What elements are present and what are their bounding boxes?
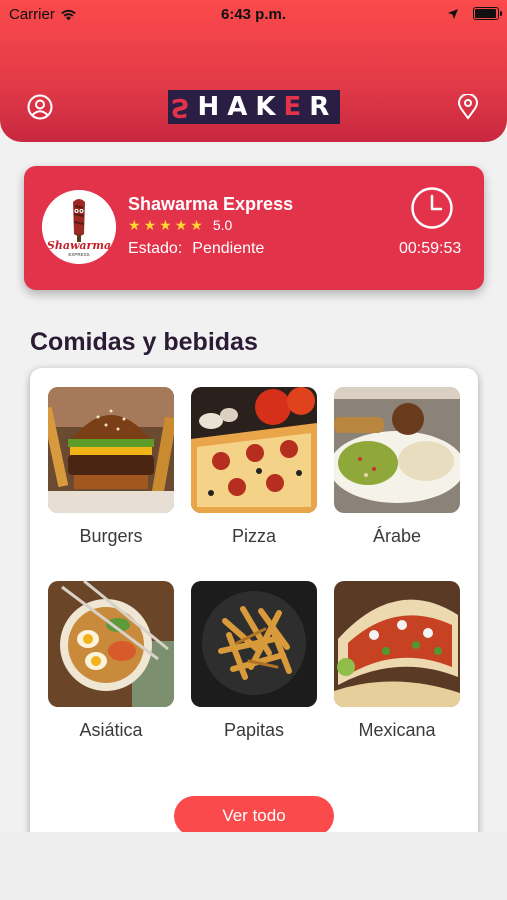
- category-papitas[interactable]: Papitas: [191, 581, 317, 741]
- category-label: Mexicana: [358, 720, 436, 740]
- fries-image: [191, 581, 317, 707]
- category-burgers[interactable]: Burgers: [48, 387, 174, 547]
- section-title: Comidas y bebidas: [30, 328, 258, 356]
- active-order-card[interactable]: Shawarma EXPRESS Shawarma Express ★ ★ ★ …: [24, 166, 484, 290]
- location-button[interactable]: [454, 93, 482, 121]
- star-icon: ★: [190, 217, 203, 233]
- arabic-food-image: [334, 387, 460, 513]
- category-label: Pizza: [231, 526, 276, 546]
- category-arabe[interactable]: Árabe: [334, 387, 460, 547]
- battery-level: [475, 9, 496, 18]
- star-icon: ★: [143, 217, 157, 233]
- category-label: Papitas: [223, 720, 285, 740]
- star-icon: ★: [159, 217, 172, 233]
- logo-sub-text: EXPRESS: [68, 252, 89, 257]
- category-mexicana[interactable]: Mexicana: [334, 581, 460, 741]
- asian-food-image: [48, 581, 174, 707]
- status-right: [447, 7, 502, 20]
- shawarma-logo-icon: Shawarma EXPRESS: [42, 190, 116, 264]
- tacos-image: [334, 581, 460, 707]
- status-value: Pendiente: [192, 240, 265, 257]
- category-label: Árabe: [372, 526, 422, 546]
- rating-value: 5.0: [212, 217, 233, 233]
- category-label: Burgers: [79, 526, 143, 546]
- restaurant-name: Shawarma Express: [128, 194, 294, 214]
- clock-icon: [411, 187, 453, 229]
- order-timer: 00:59:53: [399, 240, 462, 257]
- category-pizza[interactable]: Pizza: [191, 387, 317, 547]
- status-bar: Carrier 6:43 p.m.: [0, 0, 507, 28]
- category-asiatica[interactable]: Asiática: [48, 581, 174, 741]
- star-icon: ★: [128, 217, 141, 233]
- bottom-bar: [0, 832, 507, 900]
- logo-script-text: Shawarma: [47, 239, 111, 252]
- shaker-logo: SHAKER: [168, 90, 340, 124]
- categories-panel: Burgers Pizza Árabe Asiática Papitas Mex…: [30, 368, 478, 848]
- order-status: Estado: Pendiente: [128, 240, 264, 258]
- app-header: Carrier 6:43 p.m. SHAKER: [0, 0, 507, 142]
- map-pin-icon: [457, 94, 479, 120]
- category-label: Asiática: [79, 720, 143, 740]
- battery-icon: [473, 7, 502, 20]
- star-icon: ★: [174, 217, 188, 233]
- restaurant-logo: Shawarma EXPRESS: [42, 190, 116, 264]
- pizza-image: [191, 387, 317, 513]
- logo-word: SHAKER: [170, 92, 338, 122]
- rating-row: ★ ★ ★ ★ ★ 5.0: [128, 217, 232, 233]
- location-arrow-icon: [448, 8, 458, 19]
- status-label: Estado:: [128, 240, 183, 257]
- status-time: 6:43 p.m.: [220, 6, 287, 23]
- user-circle-icon: [27, 94, 53, 120]
- profile-button[interactable]: [26, 93, 54, 121]
- burger-image: [48, 387, 174, 513]
- see-all-button[interactable]: Ver todo: [174, 796, 334, 836]
